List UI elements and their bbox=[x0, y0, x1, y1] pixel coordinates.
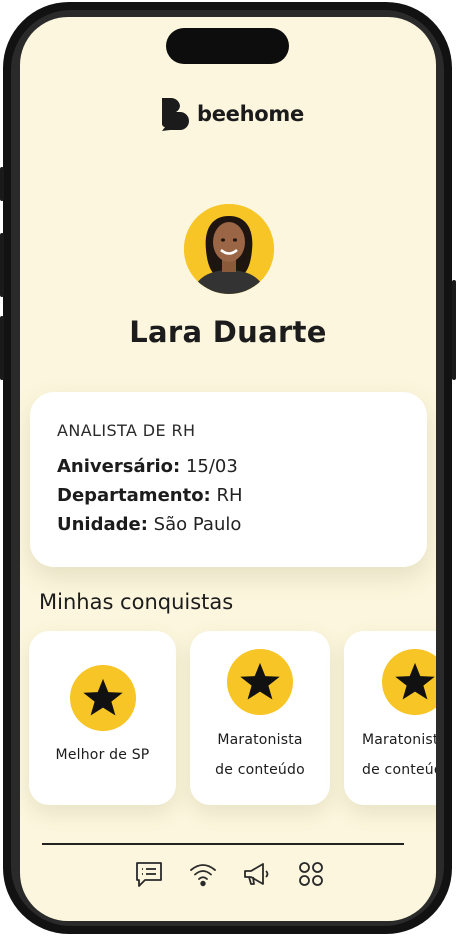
birthday-value: 15/03 bbox=[185, 456, 238, 477]
department-value: RH bbox=[216, 485, 243, 506]
brand-name: beehome bbox=[197, 102, 304, 126]
volume-up-button bbox=[0, 233, 4, 297]
achievement-card[interactable]: Maratonista de conteúdo bbox=[190, 631, 330, 805]
achievement-label-line1: Maratonista bbox=[217, 732, 303, 748]
mute-switch bbox=[0, 167, 4, 201]
unit-value: São Paulo bbox=[153, 514, 242, 535]
wifi-icon bbox=[190, 864, 216, 887]
apps-grid-icon bbox=[299, 862, 323, 886]
achievement-card[interactable]: Melhor de SP bbox=[29, 631, 176, 805]
tab-apps[interactable] bbox=[294, 857, 328, 891]
user-name: Lara Duarte bbox=[129, 315, 327, 349]
power-button bbox=[452, 280, 456, 380]
beehome-logo-icon bbox=[162, 97, 189, 131]
achievement-card[interactable]: Maratonista de conteúdo bbox=[344, 631, 436, 805]
achievement-label: Melhor de SP bbox=[55, 747, 150, 763]
tab-network[interactable] bbox=[186, 857, 220, 891]
achievement-badge bbox=[382, 649, 436, 715]
bottom-tabbar bbox=[132, 857, 328, 891]
department-label: Departamento: bbox=[57, 485, 211, 506]
star-icon bbox=[83, 678, 123, 716]
profile-info-card: ANALISTA DE RH Aniversário: 15/03 Depart… bbox=[30, 392, 427, 567]
achievement-badge bbox=[70, 665, 136, 731]
chat-icon bbox=[136, 862, 162, 887]
avatar-photo bbox=[184, 204, 274, 294]
beehome-logo: beehome bbox=[160, 97, 304, 131]
job-title: ANALISTA DE RH bbox=[57, 421, 196, 440]
star-icon bbox=[395, 662, 435, 700]
unit-row: Unidade: São Paulo bbox=[57, 514, 241, 535]
achievements-carousel[interactable]: Melhor de SP Maratonista de conteúdo Mar… bbox=[20, 629, 436, 809]
megaphone-icon bbox=[244, 863, 269, 885]
volume-down-button bbox=[0, 316, 4, 380]
star-icon bbox=[240, 662, 280, 700]
birthday-row: Aniversário: 15/03 bbox=[57, 456, 238, 477]
unit-label: Unidade: bbox=[57, 514, 148, 535]
avatar[interactable] bbox=[184, 204, 274, 294]
dynamic-island bbox=[166, 28, 289, 64]
achievements-title: Minhas conquistas bbox=[39, 590, 234, 614]
achievement-label-line2: de conteúdo bbox=[215, 762, 305, 778]
achievement-badge bbox=[227, 649, 293, 715]
birthday-label: Aniversário: bbox=[57, 456, 181, 477]
achievement-label-line2: de conteúdo bbox=[362, 762, 436, 778]
department-row: Departamento: RH bbox=[57, 485, 243, 506]
tab-chat[interactable] bbox=[132, 857, 166, 891]
tabbar-divider bbox=[42, 843, 404, 845]
app-screen: beehome Lara Duarte ANALISTA DE RH Anive… bbox=[20, 17, 436, 921]
achievement-label-line1: Maratonista bbox=[362, 732, 436, 748]
tab-announcements[interactable] bbox=[240, 857, 274, 891]
